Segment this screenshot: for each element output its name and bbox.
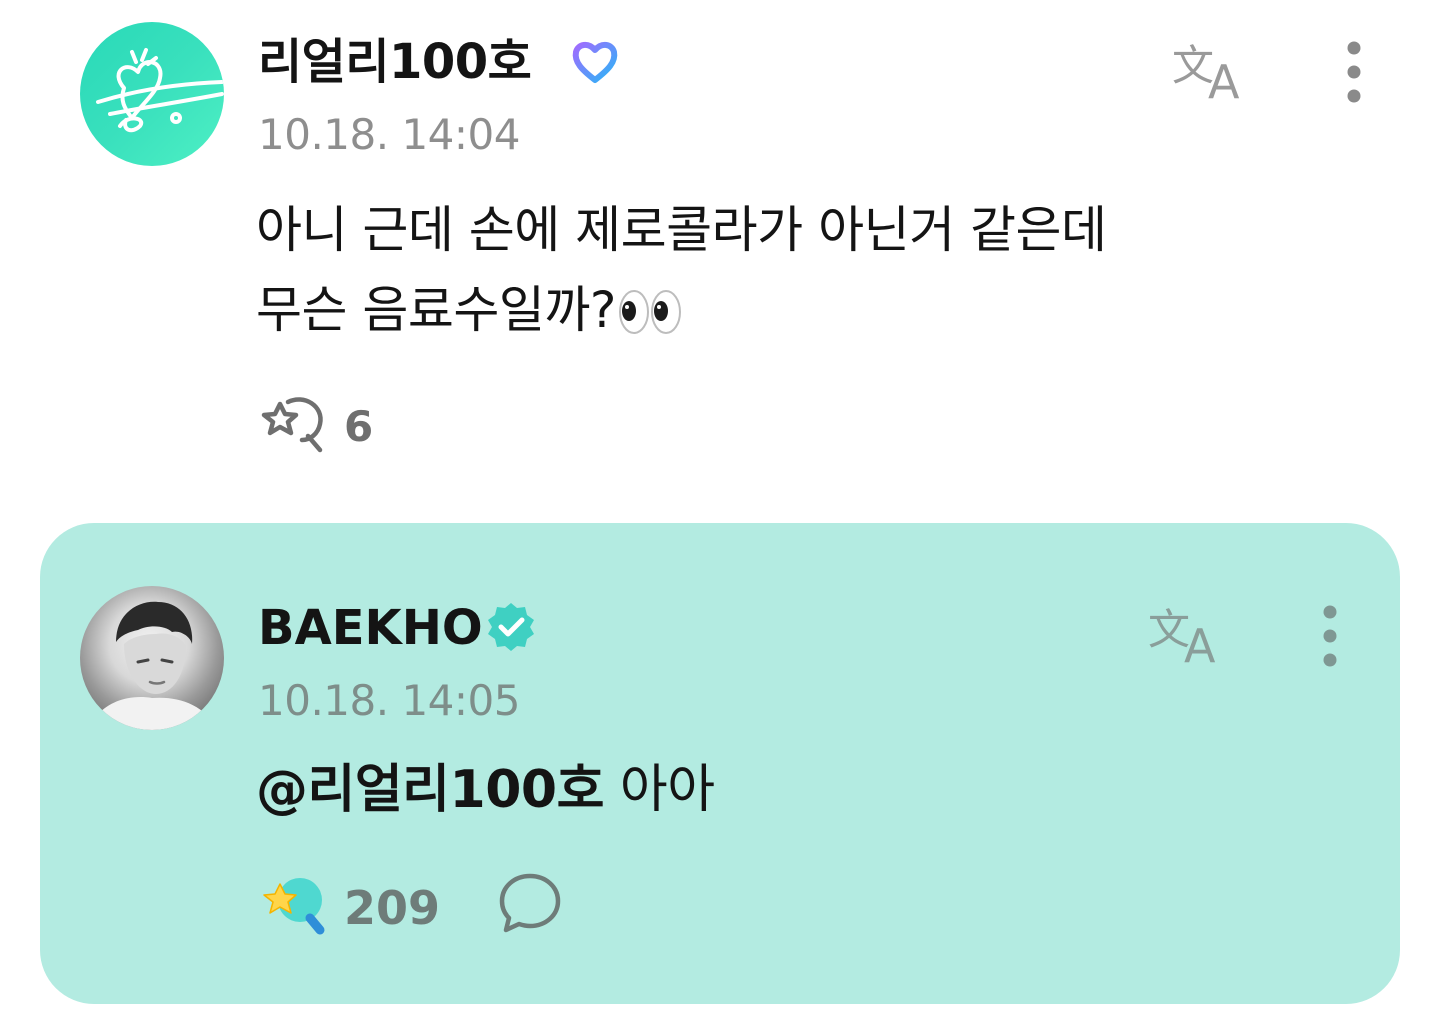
avatar[interactable]: [80, 586, 224, 730]
svg-text:A: A: [1208, 55, 1240, 102]
timestamp: 10.18. 14:04: [258, 110, 520, 159]
verified-check-icon: [488, 603, 534, 651]
reply-bubble-icon[interactable]: [496, 870, 564, 936]
like-lightstick-icon[interactable]: [258, 390, 330, 454]
comment-text: @리얼리100호 아아: [256, 758, 715, 822]
eyes-emoji-icon: [618, 290, 681, 334]
profile-photo: [88, 601, 218, 730]
svg-text:A: A: [1184, 619, 1216, 666]
mention-link[interactable]: @리얼리100호: [256, 760, 604, 820]
artist-comment-card: [40, 523, 1400, 1004]
liked-lightstick-icon[interactable]: [258, 872, 330, 938]
heart-badge-icon: [572, 42, 618, 83]
more-options-icon[interactable]: [1340, 38, 1368, 106]
more-options-icon[interactable]: [1316, 602, 1344, 670]
translate-icon[interactable]: 文 A: [1146, 600, 1230, 666]
comment-text: 아니 근데 손에 제로콜라가 아닌거 같은데 무슨 음료수일까?: [256, 190, 1336, 350]
like-count: 6: [344, 402, 374, 451]
avatar[interactable]: [80, 22, 224, 166]
author-name[interactable]: BAEKHO: [258, 600, 483, 656]
like-count: 209: [344, 881, 441, 935]
author-name[interactable]: 리얼리100호: [258, 34, 532, 90]
comment-body: 아아: [603, 760, 715, 820]
timestamp: 10.18. 14:05: [258, 676, 520, 725]
heart-logo-icon: [96, 48, 224, 133]
translate-icon[interactable]: 文 A: [1170, 36, 1254, 102]
